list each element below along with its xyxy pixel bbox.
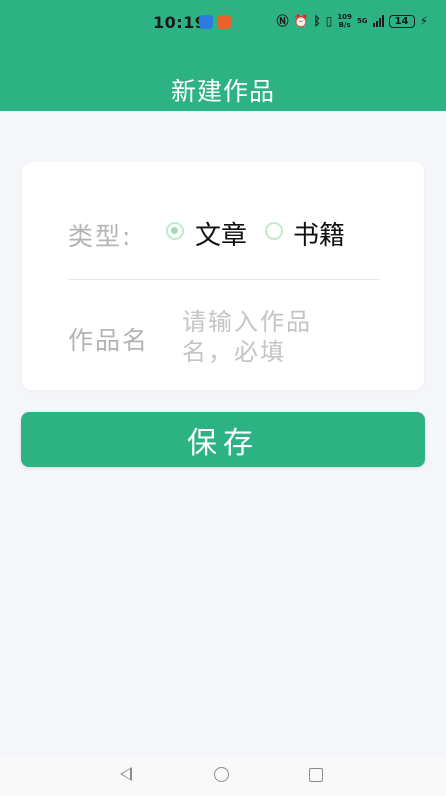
nfc-icon: Ⓝ [276, 14, 289, 28]
page-title: 新建作品 [170, 77, 275, 106]
recent-apps-icon[interactable] [309, 768, 323, 782]
bluetooth-icon: ᛒ [313, 14, 321, 28]
name-label: 作品名 [68, 326, 150, 355]
radio-book[interactable] [265, 222, 283, 240]
network-type: 5G [356, 17, 368, 25]
navigation-bar [0, 756, 446, 796]
back-icon[interactable] [120, 767, 132, 781]
charging-icon: ⚡ [419, 14, 428, 28]
radio-article[interactable] [166, 222, 184, 240]
radio-book-label[interactable]: 书籍 [293, 215, 345, 252]
type-label: 类型: [68, 222, 133, 251]
name-input[interactable]: 请输入作品名，必填 [182, 307, 352, 369]
status-bar: 10:19 Ⓝ ⏰ ᛒ ▯ 109 B/s 5G 14 ⚡ [0, 0, 446, 46]
signal-icon [372, 15, 384, 27]
save-button[interactable]: 保存 [21, 412, 425, 467]
header-bar: 10:19 Ⓝ ⏰ ᛒ ▯ 109 B/s 5G 14 ⚡ 新建作品 [0, 0, 446, 111]
vibrate-icon: ▯ [325, 14, 333, 28]
divider [68, 279, 379, 280]
home-icon[interactable] [214, 767, 229, 782]
notification-app-icon [217, 15, 231, 29]
notification-app-icon [199, 15, 213, 29]
form-card: 类型: 文章 书籍 作品名 请输入作品名，必填 [22, 162, 424, 390]
battery-icon: 14 [388, 14, 415, 28]
net-speed: 109 B/s [337, 13, 352, 29]
radio-article-label[interactable]: 文章 [195, 215, 247, 252]
alarm-icon: ⏰ [293, 14, 309, 28]
status-icons: Ⓝ ⏰ ᛒ ▯ 109 B/s 5G 14 ⚡ [277, 13, 428, 29]
